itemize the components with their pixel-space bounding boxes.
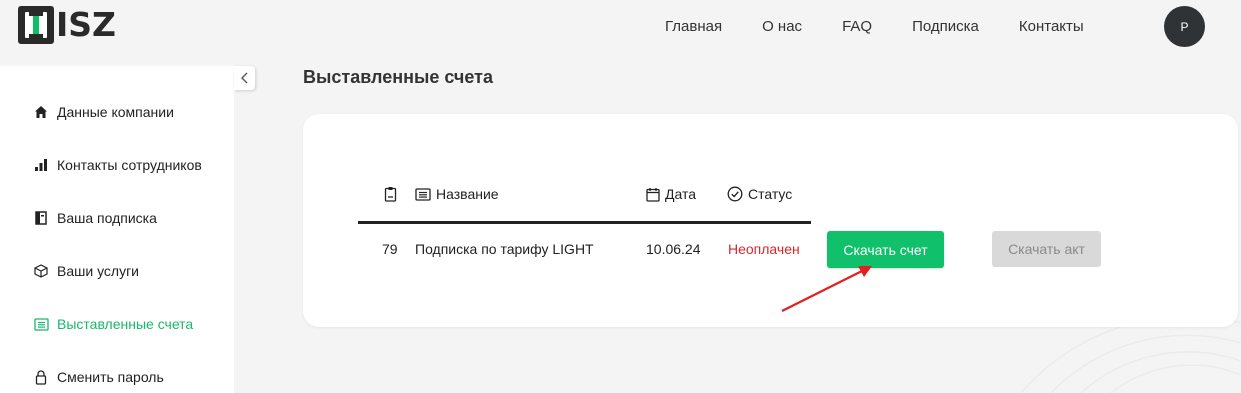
- download-act-button: Скачать акт: [992, 231, 1101, 267]
- invoice-number: 79: [382, 241, 398, 257]
- check-circle-icon: [727, 186, 743, 202]
- sidebar-collapse-button[interactable]: [234, 66, 255, 90]
- home-icon: [33, 104, 49, 120]
- sidebar-item-change-password[interactable]: Сменить пароль: [33, 369, 164, 385]
- logo[interactable]: ISZ: [18, 6, 116, 44]
- column-header-label: Дата: [665, 186, 697, 202]
- invoice-status: Неоплачен: [728, 241, 800, 257]
- cube-icon: [33, 263, 49, 279]
- page-title: Выставленные счета: [303, 67, 493, 87]
- nav-faq[interactable]: FAQ: [842, 17, 872, 37]
- sidebar-item-label: Ваши услуги: [57, 263, 140, 279]
- invoices-card: Название Дата Статус 79 Подписка по тари…: [303, 114, 1238, 327]
- invoice-name: Подписка по тарифу LIGHT: [415, 241, 594, 257]
- table-header-divider: [358, 221, 811, 224]
- sidebar-item-label: Ваша подписка: [57, 210, 157, 226]
- invoice-icon: [33, 316, 49, 332]
- sidebar-item-label: Сменить пароль: [57, 369, 164, 385]
- logo-text: ISZ: [56, 5, 116, 44]
- column-header-name: Название: [415, 186, 499, 202]
- sidebar-item-employee-contacts[interactable]: Контакты сотрудников: [33, 157, 202, 173]
- main-nav: Главная О нас FAQ Подписка Контакты: [665, 17, 1124, 37]
- avatar[interactable]: P: [1164, 6, 1205, 47]
- bar-chart-icon: [33, 157, 49, 173]
- sidebar-item-label: Выставленные счета: [57, 316, 194, 332]
- sidebar-item-services[interactable]: Ваши услуги: [33, 263, 139, 279]
- nav-contacts[interactable]: Контакты: [1019, 17, 1084, 37]
- column-header-date: Дата: [646, 186, 696, 202]
- list-icon: [415, 187, 431, 201]
- lock-icon: [33, 369, 49, 385]
- nav-subscription[interactable]: Подписка: [912, 17, 979, 37]
- invoice-date: 10.06.24: [646, 241, 701, 257]
- download-invoice-button[interactable]: Скачать счет: [827, 231, 944, 268]
- sidebar-item-label: Контакты сотрудников: [57, 157, 202, 173]
- sidebar-item-invoices[interactable]: Выставленные счета: [33, 316, 193, 332]
- column-header-status: Статус: [727, 186, 792, 202]
- nav-about[interactable]: О нас: [762, 17, 802, 37]
- calendar-icon: [646, 187, 660, 202]
- column-header-label: Статус: [748, 186, 793, 202]
- top-bar: ISZ Главная О нас FAQ Подписка Контакты …: [0, 0, 1241, 66]
- sidebar-item-company-data[interactable]: Данные компании: [33, 104, 174, 120]
- nav-home[interactable]: Главная: [665, 17, 722, 37]
- book-icon: [33, 210, 49, 226]
- column-header-number: [384, 186, 402, 202]
- chevron-left-icon: [240, 72, 247, 84]
- sidebar-item-label: Данные компании: [57, 104, 174, 120]
- sidebar-item-subscription[interactable]: Ваша подписка: [33, 210, 157, 226]
- logo-mark: [18, 6, 54, 44]
- column-header-label: Название: [436, 186, 499, 202]
- clipboard-icon: [384, 186, 397, 202]
